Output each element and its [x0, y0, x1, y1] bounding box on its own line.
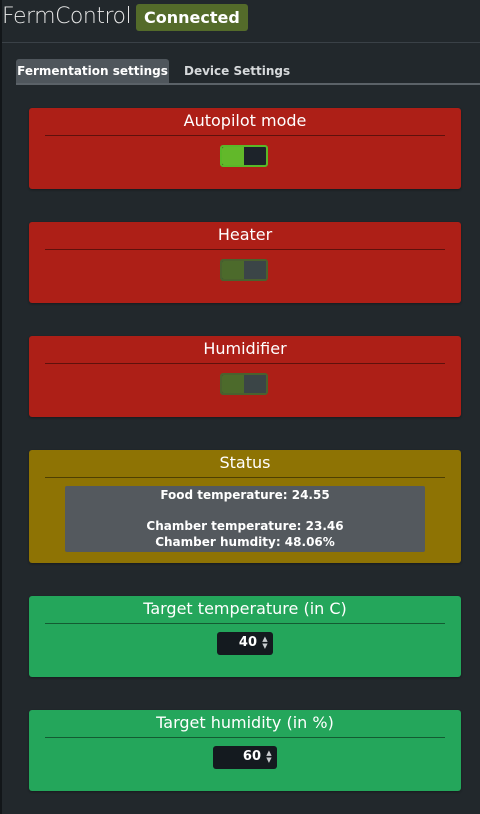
toggle-track — [244, 261, 266, 279]
spinner-arrows-icon[interactable]: ▲ ▼ — [261, 636, 269, 650]
divider — [45, 363, 445, 364]
left-border — [0, 0, 2, 814]
target-temperature-panel: Target temperature (in C) 40 ▲ ▼ — [29, 596, 461, 677]
chamber-temperature-readout: Chamber temperature: 23.46 — [146, 519, 344, 533]
status-panel: Status Food temperature: 24.55 Chamber t… — [29, 450, 461, 563]
app-title: FermControl — [2, 4, 132, 29]
tab-fermentation-settings[interactable]: Fermentation settings — [16, 59, 169, 83]
target-humidity-value: 60 — [242, 749, 261, 764]
divider — [45, 623, 445, 624]
connection-status-badge: Connected — [136, 4, 248, 31]
header: FermControl Connected — [2, 0, 480, 43]
humidifier-title: Humidifier — [203, 339, 287, 358]
status-readout-box: Food temperature: 24.55 Chamber temperat… — [65, 486, 425, 552]
humidifier-toggle[interactable] — [220, 373, 268, 395]
target-temperature-title: Target temperature (in C) — [143, 599, 347, 618]
tab-bar: Fermentation settings Device Settings — [16, 59, 480, 85]
divider — [45, 249, 445, 250]
target-humidity-title: Target humidity (in %) — [156, 713, 334, 732]
app-window: FermControl Connected Fermentation setti… — [0, 0, 480, 814]
food-temperature-readout: Food temperature: 24.55 — [160, 488, 330, 502]
target-humidity-panel: Target humidity (in %) 60 ▲ ▼ — [29, 710, 461, 791]
autopilot-panel: Autopilot mode — [29, 108, 461, 189]
toggle-knob — [222, 261, 244, 279]
heater-panel: Heater — [29, 222, 461, 303]
heater-toggle[interactable] — [220, 259, 268, 281]
status-title: Status — [219, 453, 271, 472]
divider — [45, 737, 445, 738]
target-temperature-value: 40 — [238, 635, 257, 650]
heater-title: Heater — [217, 225, 273, 244]
toggle-knob — [222, 375, 244, 393]
chamber-humidity-readout: Chamber humdity: 48.06% — [155, 535, 335, 549]
target-temperature-input[interactable]: 40 ▲ ▼ — [217, 632, 273, 655]
target-humidity-input[interactable]: 60 ▲ ▼ — [213, 746, 277, 769]
toggle-track — [244, 375, 266, 393]
autopilot-toggle[interactable] — [220, 145, 268, 167]
divider — [45, 135, 445, 136]
autopilot-title: Autopilot mode — [183, 111, 307, 130]
humidifier-panel: Humidifier — [29, 336, 461, 417]
spinner-arrows-icon[interactable]: ▲ ▼ — [265, 750, 273, 764]
divider — [45, 477, 445, 478]
toggle-knob — [222, 147, 244, 165]
tab-device-settings[interactable]: Device Settings — [184, 59, 290, 83]
